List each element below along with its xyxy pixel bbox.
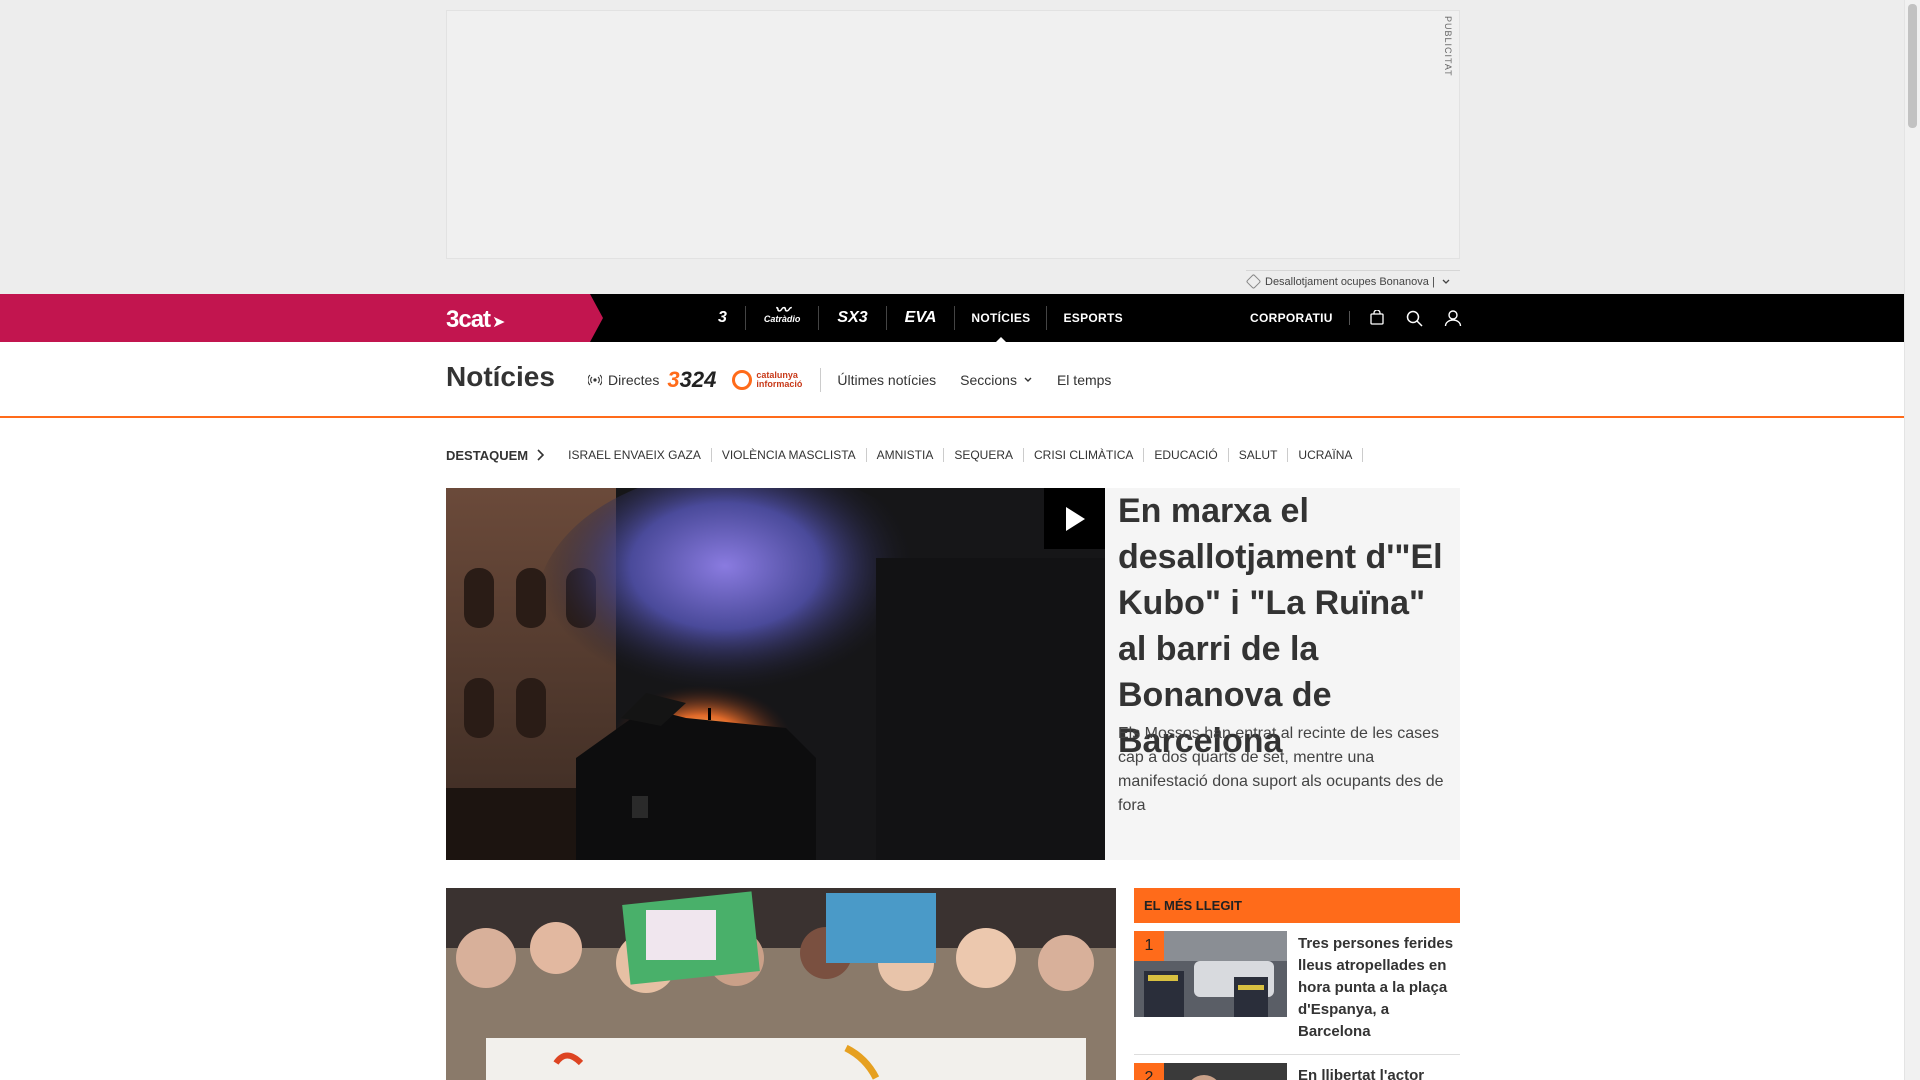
highlight-tag[interactable]: EDUCACIÓ	[1144, 448, 1229, 462]
nav-corporatiu[interactable]: CORPORATIU	[1250, 311, 1350, 325]
channel-eva[interactable]: EVA	[887, 306, 956, 330]
ad-label: PUBLICITAT	[1443, 16, 1453, 77]
search-button[interactable]	[1396, 294, 1434, 342]
nav-esports[interactable]: ESPORTS	[1047, 306, 1138, 330]
scrollbar-thumb[interactable]	[1908, 4, 1917, 128]
secondary-story-image[interactable]	[446, 888, 1116, 1080]
brand-arrow-icon: ➤	[492, 314, 505, 331]
highlight-tag[interactable]: SEQUERA	[944, 448, 1025, 462]
highlights-label[interactable]: DESTAQUEM	[446, 447, 545, 463]
lead-photo	[446, 488, 1105, 860]
tag-icon	[1245, 273, 1262, 290]
seccions-label: Seccions	[960, 372, 1017, 388]
ad-slot[interactable]	[446, 10, 1460, 259]
section-header: Notícies Directes 3324 catalunya informa…	[0, 342, 1904, 418]
highlight-tag[interactable]: ISRAEL ENVAEIX GAZA	[558, 448, 712, 462]
page: PUBLICITAT Desallotjament ocupes Bonanov…	[0, 0, 1920, 1080]
highlight-tag[interactable]: AMNISTIA	[867, 448, 945, 462]
el-temps-label: El temps	[1056, 372, 1112, 388]
lead-story[interactable]: En marxa el desallotjament d'"El Kubo" i…	[446, 488, 1460, 860]
el-temps-link[interactable]: El temps	[1057, 372, 1111, 388]
catinf-icon	[732, 370, 753, 390]
live-broadcast-icon	[588, 374, 602, 386]
shop-button[interactable]	[1358, 294, 1396, 342]
nav-esports-label: ESPORTS	[1063, 311, 1123, 325]
nav-noticies-label: NOTÍCIES	[971, 311, 1031, 325]
channel-sx3[interactable]: SX3	[819, 306, 887, 330]
page-scrollbar[interactable]	[1904, 0, 1920, 1080]
chevron-right-icon	[537, 449, 545, 461]
channel-catradio[interactable]: 〰 Catràdio	[746, 303, 820, 330]
channel-sx3-label: SX3	[837, 309, 868, 326]
topnav-right: CORPORATIU	[1250, 294, 1472, 342]
chevron-down-icon	[1024, 377, 1032, 382]
highlight-tag[interactable]: VIOLÈNCIA MASCLISTA	[712, 448, 867, 462]
secondary-photo	[446, 888, 1116, 1080]
lead-story-summary: Els Mossos han entrat al recinte de les …	[1118, 725, 1444, 814]
play-icon	[1065, 506, 1085, 531]
channel-3-label: 3	[718, 309, 727, 326]
highlight-tag[interactable]: UCRAÏNA	[1288, 448, 1364, 462]
user-icon	[1444, 310, 1461, 327]
ad-topic-tag[interactable]: Desallotjament ocupes Bonanova |	[1245, 270, 1460, 292]
play-video-button[interactable]	[1044, 488, 1105, 549]
ad-tag-text: Desallotjament ocupes Bonanova |	[1265, 275, 1435, 288]
most-read-title[interactable]: En llibertat l'actor	[1298, 1065, 1454, 1080]
top-navigation: 3cat ➤ 3 〰 Catràdio SX3 EVA NOTÍCIES ESPOR…	[0, 294, 1904, 343]
nav-noticies[interactable]: NOTÍCIES	[955, 306, 1048, 343]
chevron-down-icon	[1442, 279, 1450, 284]
channel-324-label: 324	[679, 367, 717, 392]
channel-catradio-label: Catràdio	[763, 314, 801, 324]
most-read-rank: 1	[1134, 931, 1164, 961]
shop-icon	[1370, 310, 1384, 325]
channel-3[interactable]: 3	[700, 306, 746, 330]
directes-link[interactable]: Directes	[588, 372, 659, 388]
lead-story-image[interactable]	[446, 488, 1105, 860]
ad-band: PUBLICITAT Desallotjament ocupes Bonanov…	[0, 0, 1904, 294]
most-read-title[interactable]: Tres persones ferides lleus atropellades…	[1298, 933, 1454, 1043]
highlights-label-text: DESTAQUEM	[446, 447, 529, 463]
catinf-text-2: informació	[756, 379, 803, 389]
channel-eva-label: EVA	[904, 309, 937, 326]
most-read-header: EL MÉS LLEGIT	[1134, 888, 1460, 923]
catinf-text: catalunya informació	[756, 371, 802, 389]
most-read-item[interactable]: 1 Tres persones ferides lleus atropellad…	[1134, 923, 1460, 1055]
channel-324-logo[interactable]: 3324	[667, 367, 716, 393]
most-read-panel: EL MÉS LLEGIT 1 Tres persones ferides ll…	[1134, 888, 1460, 1080]
channel-list: 3 〰 Catràdio SX3 EVA NOTÍCIES ESPORTS	[700, 294, 1139, 343]
seccions-dropdown[interactable]: Seccions	[960, 372, 1033, 388]
ultimes-noticies-label: Últimes notícies	[837, 372, 937, 388]
ultimes-noticies-link[interactable]: Últimes notícies	[837, 372, 936, 388]
section-title[interactable]: Notícies	[446, 361, 555, 393]
user-button[interactable]	[1434, 294, 1472, 342]
brand-logo-text: 3cat	[446, 306, 491, 333]
highlight-tag[interactable]: CRISI CLIMÀTICA	[1024, 448, 1145, 462]
directes-label: Directes	[608, 372, 660, 388]
section-links: Directes 3324 catalunya informació Últim…	[588, 342, 1135, 418]
catalunya-informacio-logo[interactable]: catalunya informació	[732, 368, 822, 392]
brand-block	[0, 294, 603, 342]
highlight-tag[interactable]: SALUT	[1229, 448, 1289, 462]
most-read-rank: 2	[1134, 1063, 1164, 1080]
brand-logo[interactable]: 3cat ➤	[446, 306, 505, 334]
search-icon	[1407, 310, 1423, 327]
most-read-item[interactable]: 2 En llibertat l'actor	[1134, 1055, 1460, 1080]
highlights-bar: DESTAQUEM ISRAEL ENVAEIX GAZA VIOLÈNCIA …	[446, 444, 1364, 466]
